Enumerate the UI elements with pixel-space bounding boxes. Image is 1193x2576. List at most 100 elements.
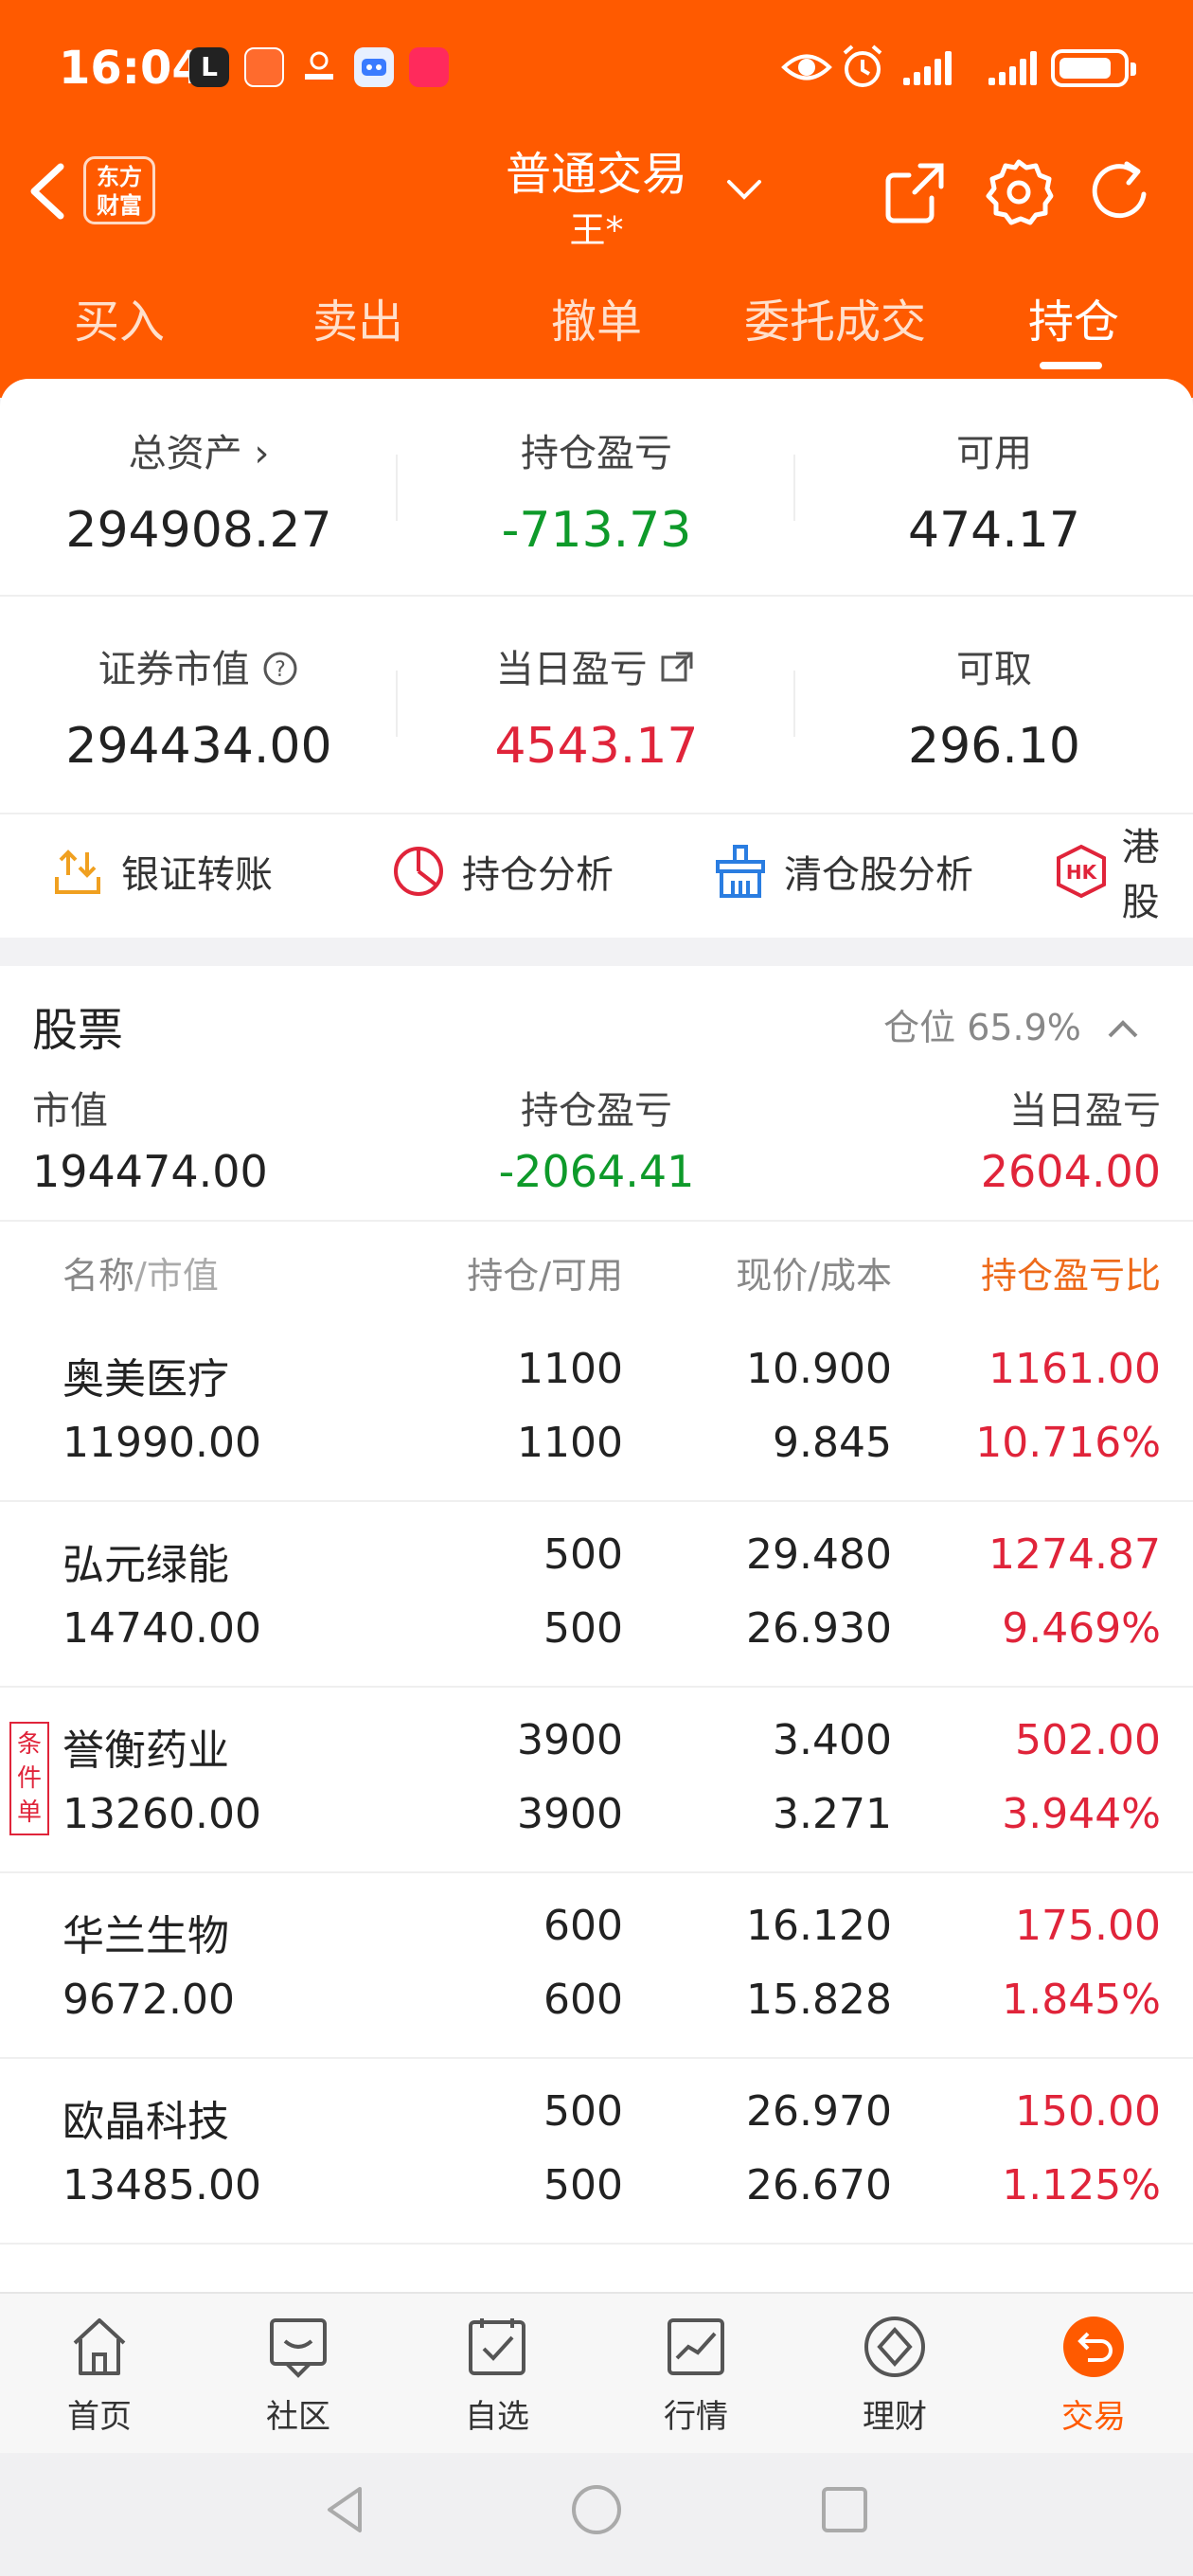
app-header: 16:04 L 东方 财富 普通交易 王* 买入 卖出 撤单 委托成交 持仓 (0, 0, 1193, 398)
tab-positions[interactable]: 持仓 (954, 284, 1193, 350)
stock-price: 29.480 (746, 1530, 892, 1579)
stock-available: 3900 (517, 1790, 623, 1838)
available-label: 可用 (956, 432, 1032, 475)
tab-orders[interactable]: 委托成交 (716, 284, 954, 350)
position-analysis-button[interactable]: 持仓分析 (390, 833, 614, 909)
stock-available: 500 (543, 2161, 623, 2209)
hk-icon: HK (1057, 844, 1106, 899)
svg-text:HK: HK (1066, 861, 1098, 884)
nav-market[interactable]: 行情 (596, 2313, 795, 2437)
summary-pnl-value: -2064.41 (498, 1146, 695, 1197)
holding-pnl-value: -713.73 (501, 502, 692, 559)
stock-cost: 26.930 (746, 1604, 892, 1653)
summary-mkt-label: 市值 (32, 1089, 108, 1133)
help-icon[interactable]: ? (261, 648, 299, 691)
signal-icon-2 (985, 49, 1045, 85)
stock-pnl: 175.00 (1015, 1902, 1161, 1950)
share-icon[interactable] (879, 156, 951, 228)
stock-price: 16.120 (746, 1902, 892, 1950)
chevron-down-icon[interactable] (721, 170, 767, 208)
table-row[interactable]: 誉衡药业 13260.00 3900 3900 3.400 3.271 502.00 3.94… (0, 1688, 1193, 1873)
position-ratio-toggle[interactable]: 仓位 65.9% (883, 998, 1140, 1050)
withdrawable-value: 296.10 (908, 718, 1080, 775)
stock-price: 26.970 (746, 2087, 892, 2136)
table-row[interactable]: 华兰生物 9672.00 600 600 16.120 15.828 175.00 1.845… (0, 1873, 1193, 2059)
tab-sell[interactable]: 卖出 (239, 284, 477, 350)
position-ratio: 仓位 65.9% (883, 1007, 1081, 1048)
section-title: 股票 (32, 1004, 124, 1057)
stock-price: 3.400 (773, 1716, 892, 1764)
available-value: 474.17 (908, 502, 1080, 559)
notification-app-icon (244, 47, 284, 87)
notification-l-icon: L (189, 47, 229, 87)
hk-stock-button[interactable]: HK 港股 (1053, 826, 1193, 924)
column-header-name[interactable]: 名称/市值 (62, 1246, 219, 1298)
stock-available: 600 (543, 1976, 623, 2024)
nav-community[interactable]: 社区 (199, 2313, 398, 2437)
table-row[interactable]: 弘元绿能 14740.00 500 500 29.480 26.930 1274.87 9.4… (0, 1502, 1193, 1688)
summary-daily-value: 2604.00 (980, 1146, 1161, 1197)
nav-trade[interactable]: 交易 (994, 2313, 1193, 2437)
system-navigation-bar (0, 2453, 1193, 2576)
column-header-hold[interactable]: 持仓/可用 (467, 1246, 623, 1298)
market-value-value: 294434.00 (65, 718, 332, 775)
stock-pnl-ratio: 9.469% (1002, 1604, 1161, 1653)
nav-community-label: 社区 (266, 2398, 330, 2436)
active-tab-indicator (1040, 362, 1102, 369)
column-header-pnl-ratio[interactable]: 持仓盈亏比 (924, 1246, 1161, 1298)
nav-watchlist[interactable]: 自选 (398, 2313, 596, 2437)
table-row[interactable]: 奥美医疗 11990.00 1100 1100 10.900 9.845 1161.00 10… (0, 1316, 1193, 1502)
system-back-icon[interactable] (318, 2481, 375, 2542)
refresh-icon[interactable] (1085, 156, 1157, 228)
divider (0, 595, 1193, 597)
securities-market-value: 证券市值 ? 294434.00 (0, 638, 398, 775)
stock-name: 奥美医疗 (62, 1355, 229, 1404)
total-assets[interactable]: 总资产 › 294908.27 (0, 422, 398, 559)
svg-text:?: ? (276, 658, 287, 682)
column-header-price[interactable]: 现价/成本 (736, 1246, 892, 1298)
stock-holding: 500 (543, 1530, 623, 1579)
home-icon (73, 2318, 126, 2375)
pie-chart-icon (394, 847, 443, 896)
tab-buy[interactable]: 买入 (0, 284, 239, 350)
signal-icon-1 (899, 49, 960, 85)
tab-cancel[interactable]: 撤单 (477, 284, 716, 350)
stock-pnl: 150.00 (1015, 2087, 1161, 2136)
checklist-icon (469, 2318, 525, 2375)
stock-pnl-ratio: 10.716% (975, 1419, 1161, 1467)
nav-wealth-label: 理财 (863, 2398, 927, 2436)
bottom-nav: 首页 社区 自选 行情 理财 交易 (0, 2292, 1193, 2453)
hk-stock-label: 港股 (1121, 826, 1160, 924)
total-assets-value: 294908.27 (65, 502, 332, 559)
cleared-stock-analysis-button[interactable]: 清仓股分析 (712, 833, 973, 909)
position-analysis-label: 持仓分析 (462, 853, 614, 897)
notification-loan-icon (299, 47, 339, 87)
nav-home[interactable]: 首页 (0, 2313, 199, 2437)
system-recents-icon[interactable] (816, 2481, 873, 2542)
nav-home-label: 首页 (67, 2398, 132, 2436)
chart-icon (668, 2318, 724, 2375)
daily-pnl[interactable]: 当日盈亏 4543.17 (398, 638, 795, 775)
nav-market-label: 行情 (664, 2398, 728, 2436)
stock-price: 10.900 (746, 1345, 892, 1393)
nav-watchlist-label: 自选 (465, 2398, 529, 2436)
condition-order-badge[interactable]: 条件单 (9, 1722, 49, 1835)
gear-icon[interactable] (983, 156, 1055, 228)
status-bar: 16:04 L (0, 38, 1193, 100)
withdrawable-funds: 可取 296.10 (795, 638, 1193, 775)
column-pnl-label: 持仓盈亏比 (980, 1255, 1161, 1297)
stock-cost: 15.828 (746, 1976, 892, 2024)
stock-market-value: 13260.00 (62, 1790, 261, 1838)
bank-transfer-button[interactable]: 银证转账 (49, 833, 273, 909)
stock-market-value: 9672.00 (62, 1976, 235, 2024)
stock-cost: 26.670 (746, 2161, 892, 2209)
divider (0, 2243, 1193, 2245)
system-home-icon[interactable] (568, 2481, 625, 2542)
nav-wealth[interactable]: 理财 (795, 2313, 994, 2437)
chat-icon (270, 2318, 327, 2378)
chevron-up-icon (1106, 1007, 1140, 1048)
stock-name: 华兰生物 (62, 1912, 229, 1960)
market-value-label: 证券市值 (98, 648, 250, 691)
summary-pnl-label: 持仓盈亏 (521, 1089, 672, 1133)
table-row[interactable]: 欧晶科技 13485.00 500 500 26.970 26.670 150.00 1.12… (0, 2059, 1193, 2245)
